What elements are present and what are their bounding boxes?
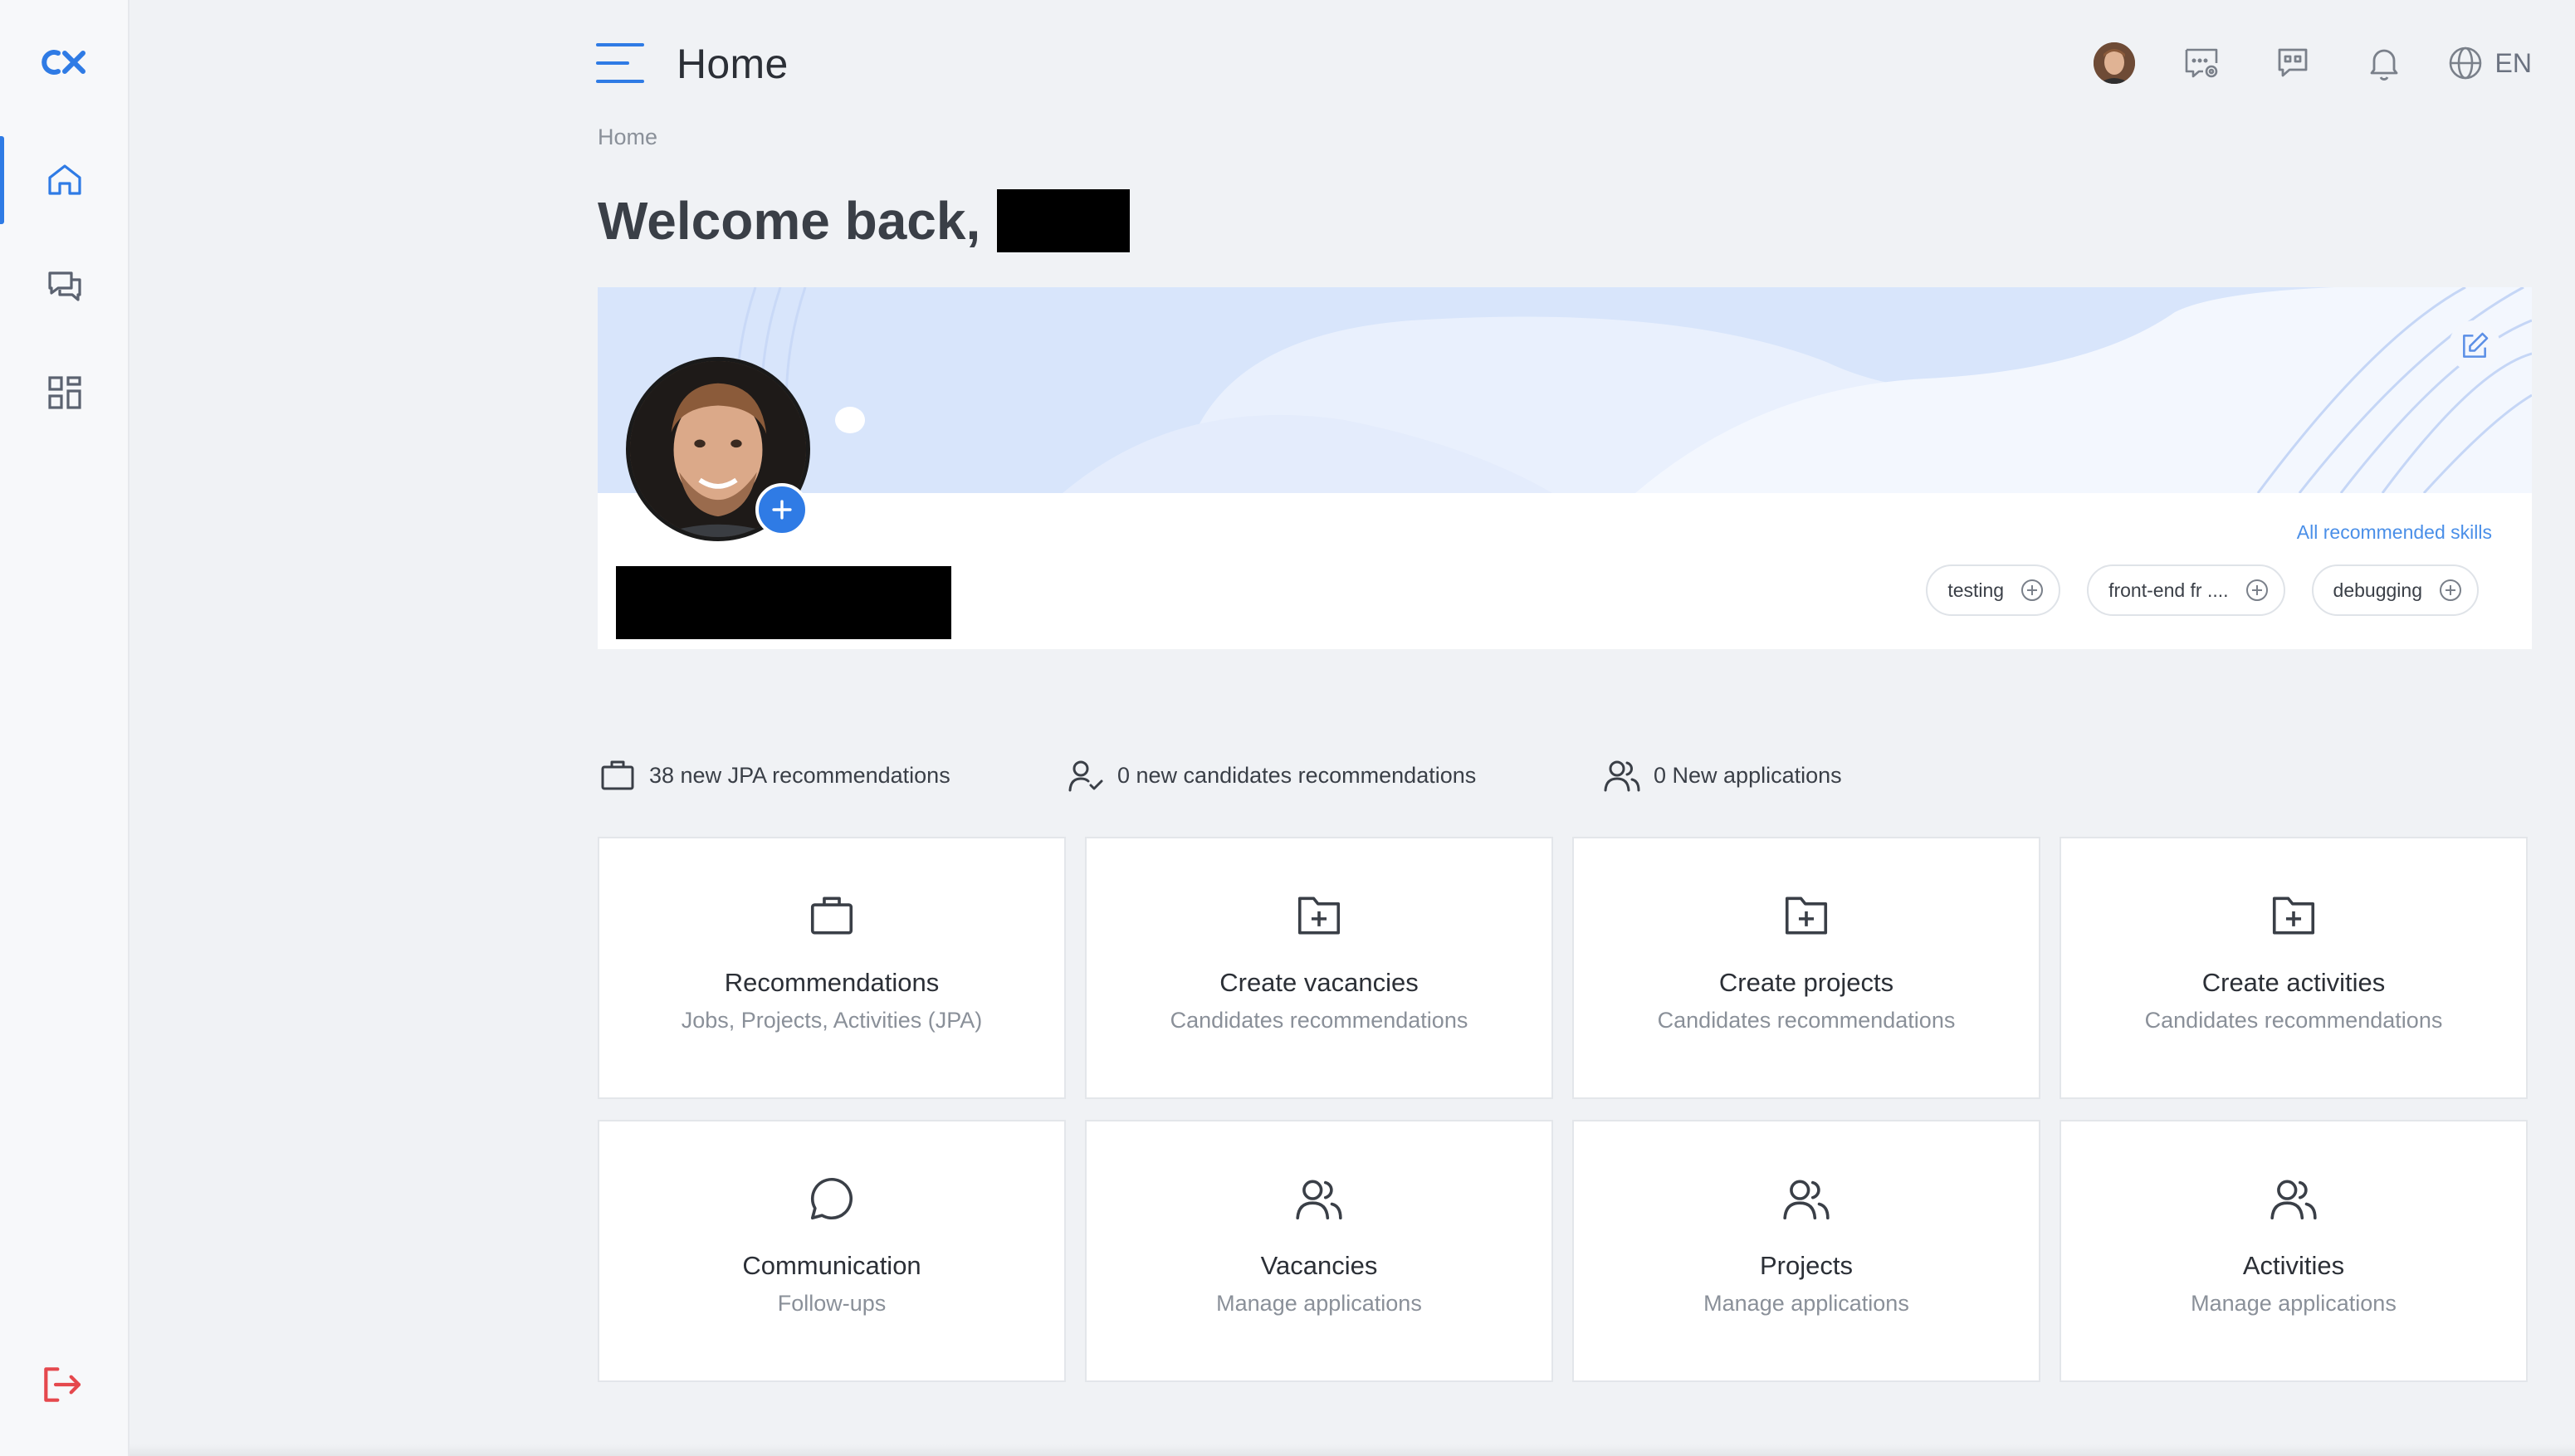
header-actions: EN — [2093, 38, 2532, 88]
tile-create-vacancies[interactable]: Create vacancies Candidates recommendati… — [1085, 837, 1553, 1099]
stat-label: 0 New applications — [1654, 762, 1842, 788]
skill-label: testing — [1947, 579, 2005, 601]
message-settings-icon — [2185, 48, 2217, 78]
stat-jpa-recommendations[interactable]: 38 new JPA recommendations — [598, 755, 1066, 795]
tile-title: Activities — [2242, 1251, 2345, 1280]
user-avatar[interactable] — [2093, 42, 2135, 84]
skill-chip[interactable]: debugging — [2311, 564, 2479, 616]
users-icon — [2270, 1180, 2317, 1220]
tile-subtitle: Jobs, Projects, Activities (JPA) — [681, 1008, 983, 1033]
welcome-text: Welcome back, — [598, 191, 981, 251]
tile-create-projects[interactable]: Create projects Candidates recommendatio… — [1572, 837, 2040, 1099]
all-recommended-skills-link[interactable]: All recommended skills — [2297, 521, 2492, 544]
tile-projects[interactable]: Projects Manage applications — [1572, 1120, 2040, 1382]
tile-subtitle: Follow-ups — [777, 1291, 887, 1316]
tile-title: Create vacancies — [1219, 968, 1419, 997]
stat-label: 38 new JPA recommendations — [649, 762, 950, 788]
stats-bar: 38 new JPA recommendations 0 new candida… — [598, 752, 1842, 799]
notifications-button[interactable] — [2359, 38, 2409, 88]
stat-new-applications[interactable]: 0 New applications — [1602, 755, 1842, 795]
tile-subtitle: Candidates recommendations — [1657, 1008, 1956, 1033]
profile-card: All recommended skills testing front-end… — [598, 287, 2532, 649]
stat-candidate-recommendations[interactable]: 0 new candidates recommendations — [1066, 755, 1602, 795]
tile-title: Create activities — [2201, 968, 2386, 997]
tile-subtitle: Candidates recommendations — [2144, 1008, 2443, 1033]
breadcrumb[interactable]: Home — [598, 125, 657, 150]
home-icon — [48, 164, 81, 195]
tile-activities[interactable]: Activities Manage applications — [2060, 1120, 2528, 1382]
language-selector[interactable]: EN — [2446, 43, 2532, 83]
folder-plus-icon — [1297, 897, 1341, 935]
bell-icon — [2370, 49, 2397, 81]
users-icon — [1783, 1180, 1830, 1220]
logout-icon — [44, 1367, 81, 1402]
folder-plus-icon — [1785, 897, 1828, 935]
tile-subtitle: Manage applications — [1216, 1291, 1422, 1316]
user-check-icon — [1068, 760, 1103, 792]
page-title: Home — [677, 41, 789, 87]
skill-label: debugging — [2333, 579, 2422, 601]
skill-chip[interactable]: testing — [1926, 564, 2061, 616]
sidebar-item-dashboard[interactable] — [0, 349, 129, 437]
page-bottom-edge — [129, 1444, 2575, 1456]
tile-recommendations[interactable]: Recommendations Jobs, Projects, Activiti… — [598, 837, 1066, 1099]
chat-icon — [48, 271, 81, 301]
folder-plus-icon — [2272, 897, 2315, 935]
globe-icon — [2449, 46, 2481, 80]
redacted-username — [997, 189, 1131, 252]
tile-subtitle: Manage applications — [2191, 1291, 2397, 1316]
sidebar — [0, 0, 129, 1456]
tile-create-activities[interactable]: Create activities Candidates recommendat… — [2060, 837, 2528, 1099]
sidebar-item-messages[interactable] — [0, 242, 129, 330]
add-circle-icon[interactable] — [2019, 577, 2045, 603]
redacted-profile-name — [616, 566, 951, 639]
tile-title: Recommendations — [724, 968, 940, 997]
plus-icon — [772, 500, 792, 520]
users-icon — [1296, 1180, 1342, 1220]
skill-label: front-end fr .... — [2108, 579, 2229, 601]
profile-banner — [598, 287, 2532, 493]
menu-toggle-button[interactable] — [596, 43, 644, 85]
briefcase-icon — [601, 760, 634, 790]
stat-label: 0 new candidates recommendations — [1117, 762, 1477, 788]
grid-icon — [48, 376, 81, 409]
add-photo-button[interactable] — [755, 483, 809, 536]
bot-chat-button[interactable] — [2268, 38, 2318, 88]
add-circle-icon[interactable] — [2437, 577, 2464, 603]
welcome-heading: Welcome back, — [598, 189, 1131, 252]
tile-subtitle: Candidates recommendations — [1170, 1008, 1468, 1033]
skill-chip[interactable]: front-end fr .... — [2087, 564, 2285, 616]
edit-profile-button[interactable] — [2449, 320, 2500, 372]
sidebar-item-home[interactable] — [0, 136, 129, 224]
tile-title: Vacancies — [1260, 1251, 1378, 1280]
cx-logo[interactable] — [38, 48, 88, 76]
language-label: EN — [2494, 47, 2532, 78]
add-circle-icon[interactable] — [2244, 577, 2270, 603]
logout-button[interactable] — [38, 1361, 85, 1408]
support-chat-button[interactable] — [2177, 38, 2226, 88]
users-icon — [1604, 760, 1640, 792]
tile-communication[interactable]: Communication Follow-ups — [598, 1120, 1066, 1382]
briefcase-icon — [810, 897, 853, 935]
tile-vacancies[interactable]: Vacancies Manage applications — [1085, 1120, 1553, 1382]
tile-title: Communication — [742, 1251, 921, 1280]
chat-bubble-icon — [810, 1177, 853, 1220]
bot-message-icon — [2278, 48, 2307, 77]
recommended-skills: testing front-end fr .... debugging — [1926, 564, 2479, 616]
tile-title: Projects — [1760, 1251, 1853, 1280]
tile-title: Create projects — [1718, 968, 1894, 997]
edit-icon — [2463, 332, 2489, 358]
tile-subtitle: Manage applications — [1703, 1291, 1909, 1316]
